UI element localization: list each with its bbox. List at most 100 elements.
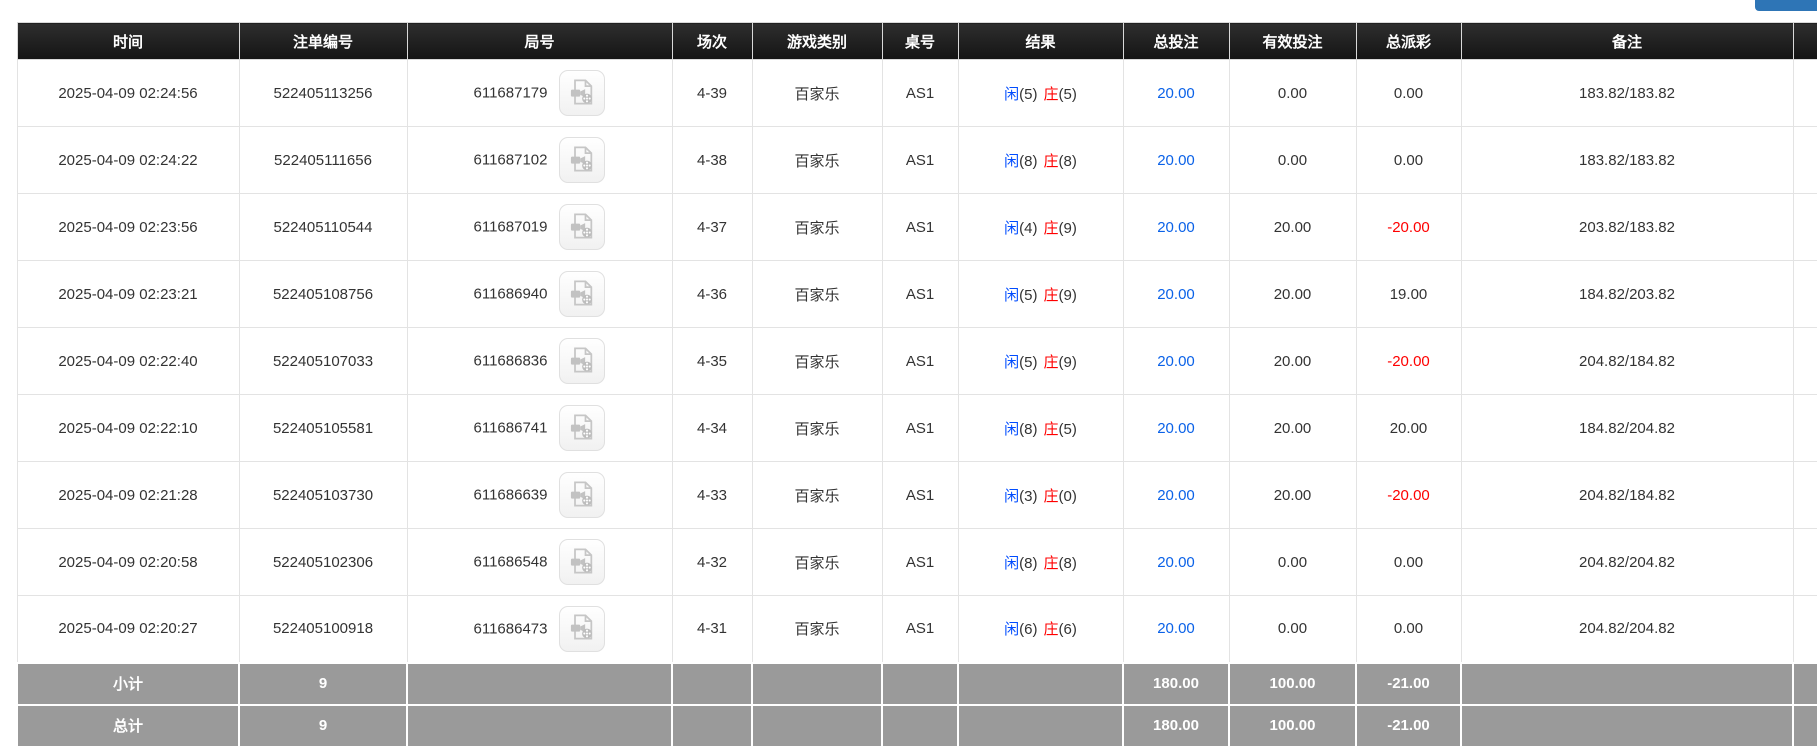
cell-table-no: AS1	[882, 194, 958, 261]
col-header-remark: 备注	[1461, 23, 1793, 60]
cell-table-no: AS1	[882, 261, 958, 328]
player-score: (6)	[1019, 621, 1037, 638]
video-replay-button[interactable]	[559, 70, 605, 116]
table-row: 2025-04-09 02:22:40 522405107033 6116868…	[17, 328, 1817, 395]
total-count: 9	[239, 705, 407, 747]
cell-valid-bet: 0.00	[1229, 60, 1356, 127]
subtotal-label: 小计	[17, 663, 239, 705]
cell-overflow	[1793, 395, 1817, 462]
top-action-button[interactable]	[1755, 0, 1817, 11]
video-replay-button[interactable]	[559, 271, 605, 317]
total-empty	[1793, 705, 1817, 747]
cell-session: 4-34	[672, 395, 752, 462]
cell-game-type: 百家乐	[752, 261, 882, 328]
banker-score: (0)	[1059, 488, 1077, 505]
cell-payout: -20.00	[1356, 328, 1461, 395]
video-replay-button[interactable]	[559, 606, 605, 652]
cell-round-id: 611686940	[407, 261, 672, 328]
video-replay-button[interactable]	[559, 338, 605, 384]
player-label: 闲	[1004, 220, 1019, 237]
subtotal-row: 小计 9 180.00 100.00 -21.00	[17, 663, 1817, 705]
cell-valid-bet: 0.00	[1229, 529, 1356, 596]
video-replay-button[interactable]	[559, 539, 605, 585]
banker-label: 庄	[1044, 555, 1059, 572]
table-row: 2025-04-09 02:23:56 522405110544 6116870…	[17, 194, 1817, 261]
cell-session: 4-39	[672, 60, 752, 127]
total-empty	[672, 705, 752, 747]
cell-time: 2025-04-09 02:24:22	[17, 127, 239, 194]
video-file-icon	[568, 78, 596, 109]
cell-bet-id: 522405111656	[239, 127, 407, 194]
cell-bet-id: 522405110544	[239, 194, 407, 261]
subtotal-empty	[958, 663, 1123, 705]
total-empty	[882, 705, 958, 747]
player-label: 闲	[1004, 555, 1019, 572]
subtotal-empty	[672, 663, 752, 705]
cell-round-id: 611687179	[407, 60, 672, 127]
banker-score: (5)	[1059, 86, 1077, 103]
table-header-row: 时间 注单编号 局号 场次 游戏类别 桌号 结果 总投注 有效投注 总派彩 备注	[17, 23, 1817, 60]
cell-time: 2025-04-09 02:20:27	[17, 596, 239, 663]
cell-valid-bet: 0.00	[1229, 596, 1356, 663]
round-id-text: 611686473	[474, 620, 548, 637]
cell-table-no: AS1	[882, 596, 958, 663]
cell-overflow	[1793, 596, 1817, 663]
cell-result: 闲(8)庄(5)	[958, 395, 1123, 462]
cell-time: 2025-04-09 02:23:21	[17, 261, 239, 328]
cell-result: 闲(8)庄(8)	[958, 529, 1123, 596]
cell-remark: 204.82/204.82	[1461, 596, 1793, 663]
cell-time: 2025-04-09 02:22:40	[17, 328, 239, 395]
cell-remark: 184.82/203.82	[1461, 261, 1793, 328]
cell-result: 闲(5)庄(9)	[958, 261, 1123, 328]
cell-total-bet: 20.00	[1123, 60, 1229, 127]
video-file-icon	[568, 212, 596, 243]
cell-valid-bet: 20.00	[1229, 328, 1356, 395]
cell-valid-bet: 20.00	[1229, 261, 1356, 328]
video-file-icon	[568, 346, 596, 377]
banker-score: (9)	[1059, 220, 1077, 237]
video-replay-button[interactable]	[559, 405, 605, 451]
cell-overflow	[1793, 60, 1817, 127]
cell-overflow	[1793, 529, 1817, 596]
total-empty	[407, 705, 672, 747]
total-empty	[958, 705, 1123, 747]
cell-valid-bet: 20.00	[1229, 395, 1356, 462]
video-replay-button[interactable]	[559, 204, 605, 250]
col-header-time: 时间	[17, 23, 239, 60]
cell-session: 4-32	[672, 529, 752, 596]
cell-table-no: AS1	[882, 395, 958, 462]
player-label: 闲	[1004, 153, 1019, 170]
banker-label: 庄	[1044, 421, 1059, 438]
cell-payout: 19.00	[1356, 261, 1461, 328]
cell-remark: 204.82/184.82	[1461, 462, 1793, 529]
cell-result: 闲(5)庄(5)	[958, 60, 1123, 127]
cell-session: 4-35	[672, 328, 752, 395]
cell-overflow	[1793, 328, 1817, 395]
cell-total-bet: 20.00	[1123, 328, 1229, 395]
video-replay-button[interactable]	[559, 472, 605, 518]
cell-game-type: 百家乐	[752, 60, 882, 127]
total-empty	[752, 705, 882, 747]
cell-bet-id: 522405105581	[239, 395, 407, 462]
banker-label: 庄	[1044, 287, 1059, 304]
cell-bet-id: 522405103730	[239, 462, 407, 529]
cell-overflow	[1793, 194, 1817, 261]
banker-score: (6)	[1059, 621, 1077, 638]
video-replay-button[interactable]	[559, 137, 605, 183]
banker-score: (5)	[1059, 421, 1077, 438]
cell-bet-id: 522405108756	[239, 261, 407, 328]
cell-game-type: 百家乐	[752, 462, 882, 529]
cell-result: 闲(6)庄(6)	[958, 596, 1123, 663]
cell-total-bet: 20.00	[1123, 395, 1229, 462]
cell-time: 2025-04-09 02:22:10	[17, 395, 239, 462]
table-row: 2025-04-09 02:24:56 522405113256 6116871…	[17, 60, 1817, 127]
banker-score: (8)	[1059, 153, 1077, 170]
player-label: 闲	[1004, 354, 1019, 371]
cell-remark: 203.82/183.82	[1461, 194, 1793, 261]
cell-payout: 0.00	[1356, 529, 1461, 596]
cell-payout: 0.00	[1356, 127, 1461, 194]
cell-overflow	[1793, 127, 1817, 194]
cell-game-type: 百家乐	[752, 596, 882, 663]
col-header-payout: 总派彩	[1356, 23, 1461, 60]
cell-table-no: AS1	[882, 529, 958, 596]
